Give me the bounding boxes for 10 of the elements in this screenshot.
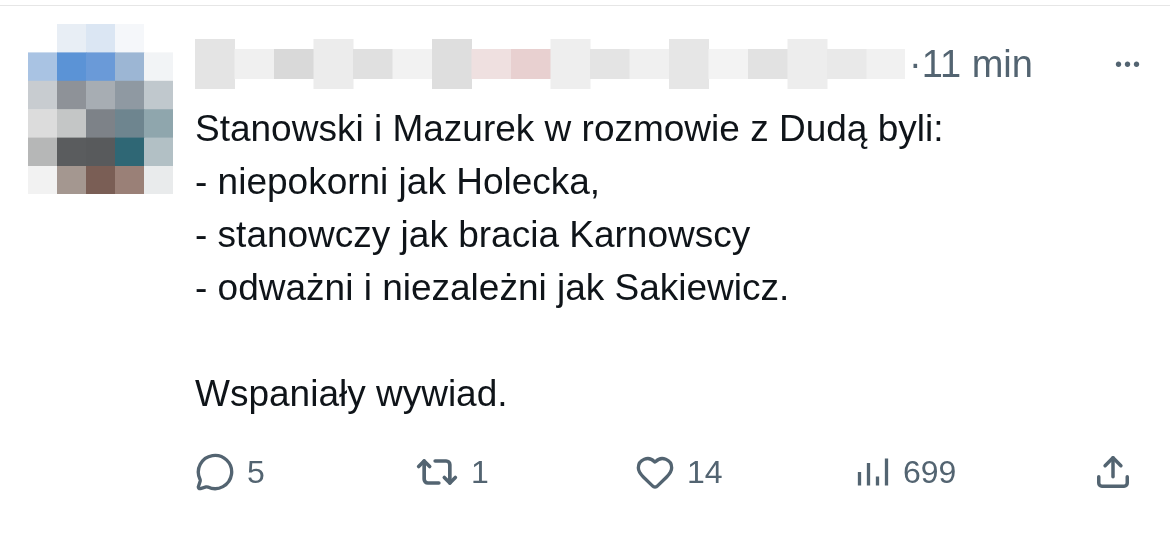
reply-button[interactable]: 5 xyxy=(195,448,415,496)
repost-button[interactable]: 1 xyxy=(415,448,635,496)
post-text: Stanowski i Mazurek w rozmowie z Dudą byli: - niepokorni jak Holecka, - stanowczy jak bracia Karnowscy - odważni i niezależni jak Sakiewicz. Wspaniały wywiad. xyxy=(195,107,945,416)
like-button[interactable]: 14 xyxy=(635,448,855,496)
more-button[interactable]: ••• xyxy=(1115,49,1142,79)
share-icon xyxy=(1094,453,1132,491)
reply-icon xyxy=(195,452,235,492)
share-button[interactable] xyxy=(1094,453,1132,491)
post-time: ·11 min xyxy=(909,41,1033,87)
views-button[interactable]: 699 xyxy=(855,448,1075,496)
